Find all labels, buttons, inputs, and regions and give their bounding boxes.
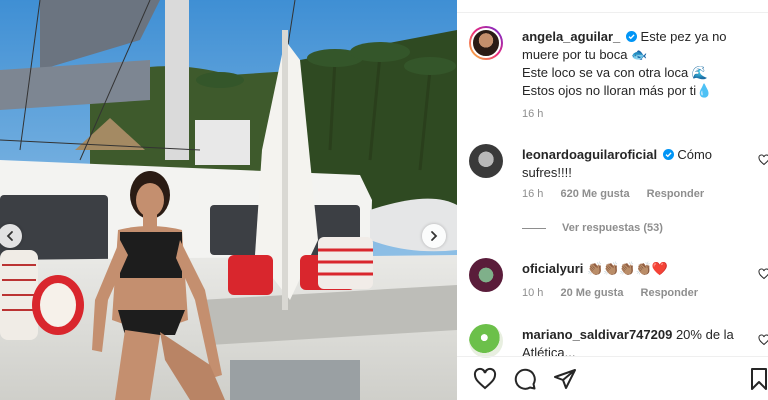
view-replies-button[interactable]: Ver respuestas (53) [522,222,663,234]
next-photo-button[interactable] [422,224,446,248]
verified-badge-icon [662,149,674,160]
comment-likes[interactable]: 620 Me gusta [560,188,629,200]
heart-icon[interactable] [758,268,768,280]
heart-icon[interactable] [473,367,497,391]
comments-panel: angela_aguilar_ Este pez ya no muere por… [457,0,768,400]
view-replies-label: Ver respuestas (53) [562,222,663,234]
comment-meta: 16 h 620 Me gusta Responder [522,188,704,200]
author-avatar[interactable] [469,26,503,60]
header-divider [457,12,768,13]
comment-meta: 10 h 20 Me gusta Responder [522,287,698,299]
heart-icon[interactable] [758,154,768,166]
post-action-bar [457,356,768,400]
caption-line-3: Estos ojos no lloran más por ti💧 [522,83,713,98]
reply-button[interactable]: Responder [641,287,698,299]
comment-text-block: oficialyuri 👏🏽👏🏽👏🏽👏🏽❤️ [522,260,748,278]
verified-badge-icon [625,31,637,42]
comment-time: 16 h [522,188,544,200]
comment-text-block: leonardoaguilaroficial Cómo sufres!!!! [522,146,748,182]
author-username[interactable]: angela_aguilar_ [522,29,620,44]
commenter-avatar[interactable] [469,258,503,292]
comment-username[interactable]: leonardoaguilaroficial [522,147,657,162]
commenter-avatar[interactable] [469,144,503,178]
photo-illustration [0,0,457,400]
caption-line-2: Este loco se va con otra loca 🌊 [522,65,708,80]
comment-username[interactable]: mariano_saldivar747209 [522,327,672,342]
comment-text: 👏🏽👏🏽👏🏽👏🏽❤️ [587,261,668,276]
chevron-left-icon [6,231,13,241]
heart-icon[interactable] [758,334,768,346]
commenter-avatar[interactable] [469,324,503,358]
share-icon[interactable] [553,367,577,391]
comment-username[interactable]: oficialyuri [522,261,583,276]
post-photo[interactable] [0,0,457,400]
replies-divider [522,227,546,229]
reply-button[interactable]: Responder [647,188,704,200]
bookmark-icon[interactable] [747,367,768,391]
comment-likes[interactable]: 20 Me gusta [560,287,623,299]
caption-text-block: angela_aguilar_ Este pez ya no muere por… [522,28,748,100]
comment-icon[interactable] [513,367,537,391]
chevron-right-icon [431,231,438,241]
comment-time: 10 h [522,287,544,299]
caption-time: 16 h [522,108,544,120]
